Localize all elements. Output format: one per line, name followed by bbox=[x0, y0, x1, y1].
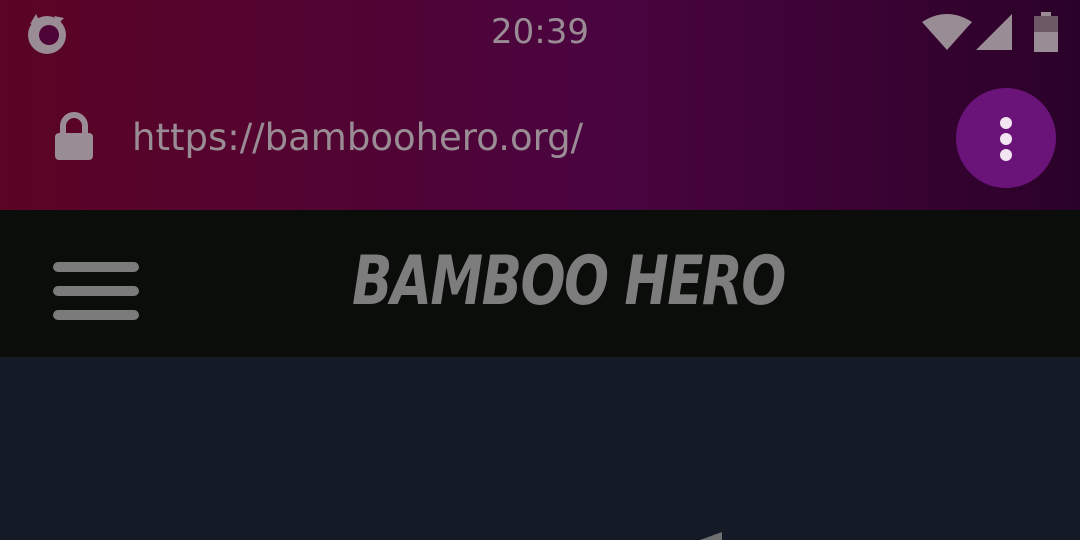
menu-dot-icon bbox=[1000, 133, 1012, 145]
status-bar: 20:39 bbox=[0, 0, 1080, 68]
status-time: 20:39 bbox=[491, 12, 589, 52]
site-logo[interactable]: BAMBOO HERO bbox=[352, 248, 786, 316]
wifi-icon bbox=[922, 14, 972, 50]
cell-signal-icon bbox=[976, 14, 1012, 50]
url-field[interactable]: https://bamboohero.org/ bbox=[132, 116, 583, 159]
page-content bbox=[0, 357, 1080, 540]
battery-icon bbox=[1034, 12, 1058, 52]
menu-dot-icon bbox=[1000, 117, 1012, 129]
content-edge-mark bbox=[700, 532, 722, 540]
browser-chrome: 20:39 https://bamboohero.org/ bbox=[0, 0, 1080, 210]
site-header: BAMBOO HERO bbox=[0, 210, 1080, 357]
overflow-menu-button[interactable] bbox=[956, 88, 1056, 188]
hamburger-icon[interactable] bbox=[53, 262, 139, 320]
url-bar[interactable]: https://bamboohero.org/ bbox=[0, 68, 1080, 210]
lock-icon bbox=[55, 112, 93, 160]
menu-dot-icon bbox=[1000, 149, 1012, 161]
